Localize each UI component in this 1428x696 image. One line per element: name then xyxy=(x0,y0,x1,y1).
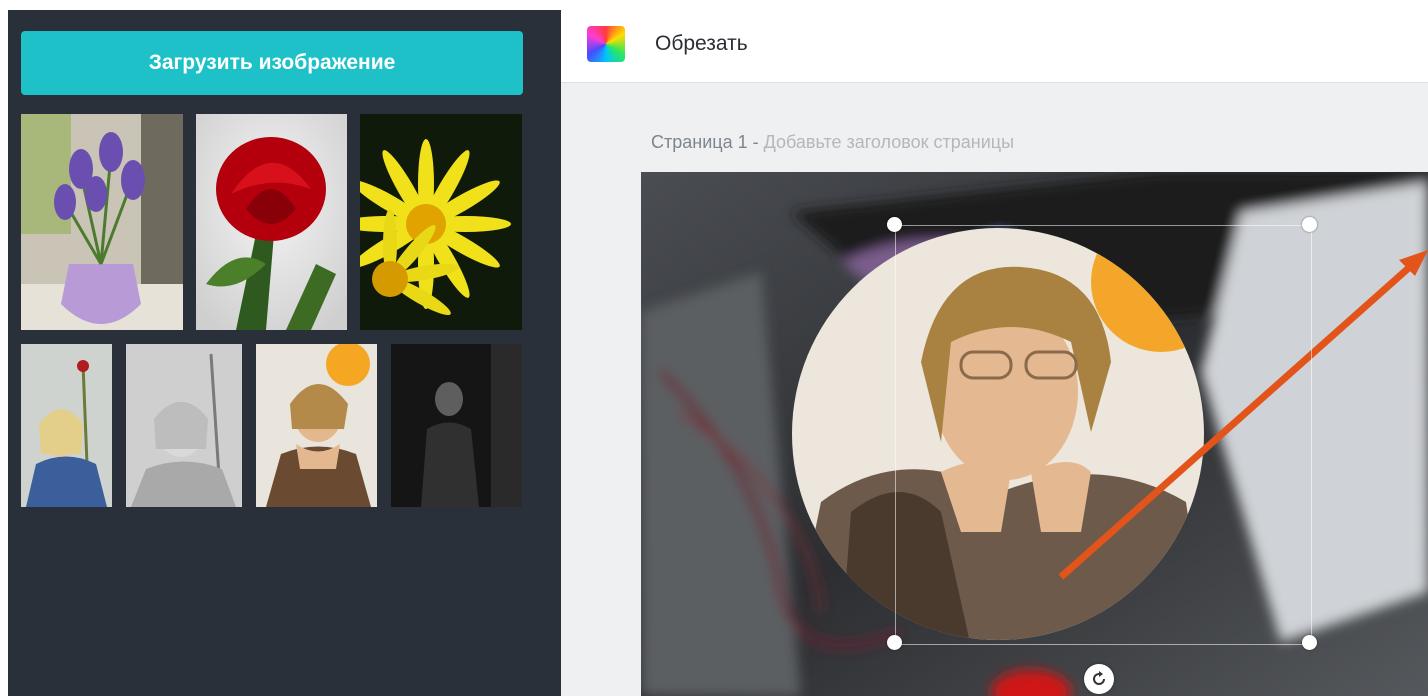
crocus-image xyxy=(21,114,183,330)
crop-tool-title[interactable]: Обрезать xyxy=(655,32,748,56)
page-label: Страница 1 - Добавьте заголовок страницы xyxy=(651,132,1014,153)
thumbnail-red-rose[interactable] xyxy=(196,114,347,330)
thumbnail-crocus[interactable] xyxy=(21,114,183,330)
thumbnail-woman-flower[interactable] xyxy=(21,344,112,507)
page-number: Страница 1 - xyxy=(651,132,764,152)
thumbnail-woman-chin[interactable] xyxy=(256,344,377,507)
thumbnail-man-dark[interactable] xyxy=(391,344,522,507)
selection-box[interactable] xyxy=(895,225,1312,645)
upload-image-button[interactable]: Загрузить изображение xyxy=(21,31,523,95)
rotate-icon xyxy=(1093,671,1105,685)
resize-handle-top-left[interactable] xyxy=(887,217,902,232)
rotate-handle[interactable] xyxy=(1084,664,1114,694)
thumbnail-woman-bw[interactable] xyxy=(126,344,242,507)
color-palette-logo-icon[interactable] xyxy=(587,26,625,62)
page-title-input[interactable]: Добавьте заголовок страницы xyxy=(764,132,1014,152)
thumbnail-yellow-daisy[interactable] xyxy=(360,114,522,330)
man-dark-image xyxy=(391,344,522,507)
woman-chin-image xyxy=(256,344,377,507)
resize-handle-bottom-right[interactable] xyxy=(1302,635,1317,650)
yellow-daisy-image xyxy=(360,114,522,330)
resize-handle-bottom-left[interactable] xyxy=(887,635,902,650)
resize-handle-top-right[interactable] xyxy=(1302,217,1317,232)
woman-flower-image xyxy=(21,344,112,507)
red-rose-image xyxy=(196,114,347,330)
woman-bw-image xyxy=(126,344,242,507)
